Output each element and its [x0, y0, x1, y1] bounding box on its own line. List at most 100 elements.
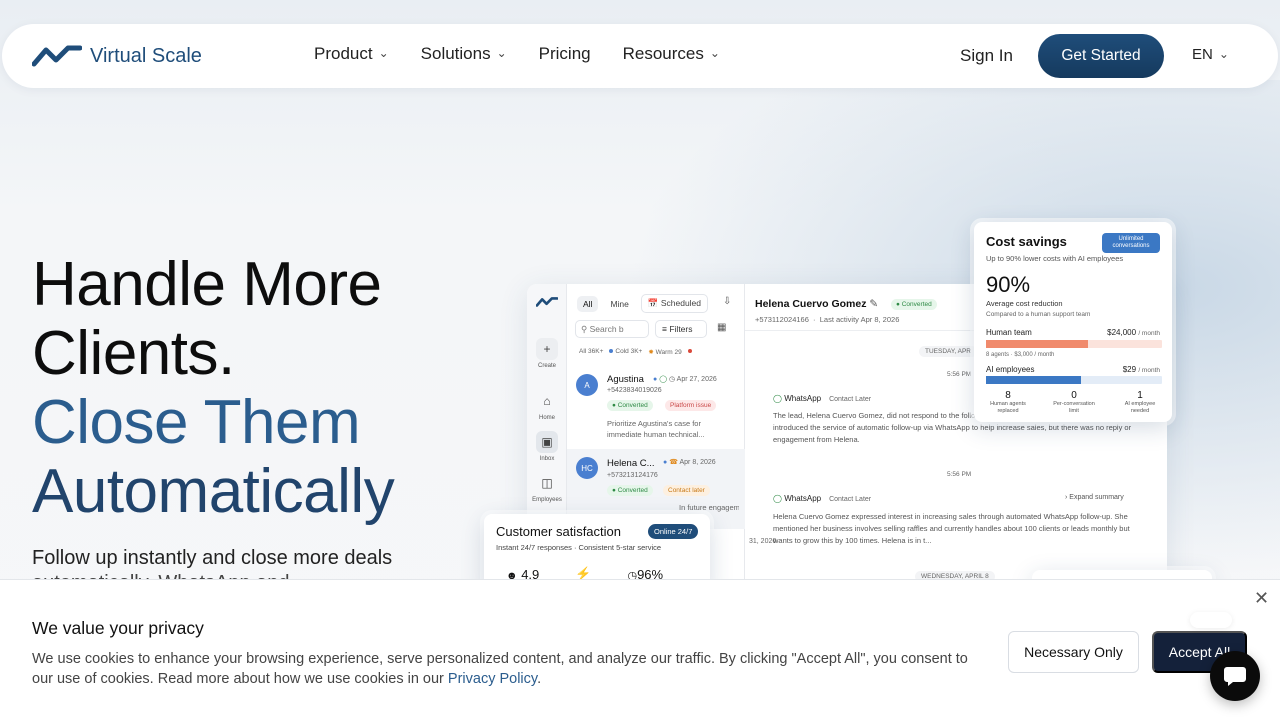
- ai-cost-unit: / month: [1138, 367, 1160, 374]
- brand-logo[interactable]: Virtual Scale: [32, 44, 202, 68]
- menu-resources-label: Resources: [622, 44, 704, 63]
- chat-bubble-icon: [1224, 667, 1246, 686]
- unlimited-badge: Unlimited conversations: [1102, 233, 1160, 253]
- ai-employees-label: AI employees: [986, 365, 1035, 374]
- online-badge: Online 24/7: [648, 524, 699, 539]
- edit-icon[interactable]: ✎: [869, 298, 878, 310]
- human-team-detail: 8 agents · $3,000 / month: [986, 352, 1055, 358]
- lead-date-text: Apr 27, 2026: [676, 376, 717, 383]
- count-cold-label: Cold: [615, 348, 629, 355]
- avatar: HC: [576, 457, 598, 479]
- chat-hint-pill: [1190, 612, 1232, 628]
- stat-agents-replaced: 8 Human agents replaced: [986, 390, 1030, 415]
- menu-solutions[interactable]: Solutions ⌄: [421, 44, 507, 64]
- main-menu: Product ⌄ Solutions ⌄ Pricing Resources ⌄: [314, 44, 720, 64]
- timestamp: 5:56 PM: [947, 471, 972, 478]
- lead-name: Agustina: [607, 374, 644, 385]
- message-channel: WhatsApp: [784, 394, 822, 403]
- message-summary: Helena Cuervo Gomez expressed interest i…: [773, 512, 1130, 545]
- top-navbar: Virtual Scale Product ⌄ Solutions ⌄ Pricin…: [2, 24, 1278, 88]
- stat-value: 1: [1137, 390, 1143, 401]
- close-icon[interactable]: ✕: [1254, 588, 1269, 609]
- hero-subtitle: Follow up instantly and close more deals: [32, 547, 393, 569]
- rail-home-label: Home: [538, 415, 555, 421]
- lead-note: In future engagements, the agent: [679, 503, 739, 512]
- rail-employees[interactable]: ◫ Employees: [527, 472, 567, 503]
- message-tag: Contact Later: [829, 396, 872, 403]
- language-label: EN: [1192, 46, 1213, 63]
- stat-value: 8: [1005, 390, 1011, 401]
- tab-mine[interactable]: Mine: [604, 296, 634, 312]
- agent-icon: ●: [663, 459, 668, 466]
- filters-label: Filters: [669, 324, 693, 334]
- count-all-value: 36K+: [588, 348, 604, 355]
- lead-date-text: Apr 8, 2026: [679, 459, 716, 466]
- contact-status-badge: ● Converted: [891, 299, 937, 310]
- filters-button[interactable]: ≡ Filters: [655, 320, 707, 338]
- get-started-button[interactable]: Get Started: [1038, 34, 1164, 78]
- avatar: A: [576, 374, 598, 396]
- lead-counts: All 36K+ Cold 3K+ ✸ Warm 29: [579, 348, 694, 356]
- tag-badge: Contact later: [663, 485, 710, 496]
- menu-product[interactable]: Product ⌄: [314, 44, 389, 64]
- rail-create[interactable]: + Create: [527, 338, 567, 369]
- hero-line-3: Close Them: [32, 388, 361, 457]
- whatsapp-icon: ◯: [773, 494, 782, 503]
- rail-employees-label: Employees: [532, 497, 562, 503]
- count-warm-label: Warm: [655, 349, 673, 356]
- lead-item[interactable]: A Agustina ● ◯ ◷ Apr 27, 2026 +542383401…: [567, 366, 745, 444]
- necessary-only-button[interactable]: Necessary Only: [1008, 631, 1139, 673]
- timestamp: 5:56 PM: [947, 371, 972, 378]
- tab-all[interactable]: All: [577, 295, 599, 312]
- human-team-label: Human team: [986, 328, 1032, 337]
- count-cold-value: 3K+: [630, 348, 643, 355]
- count-warm-value: 29: [674, 349, 682, 356]
- privacy-policy-link[interactable]: Privacy Policy: [448, 671, 537, 687]
- contact-status-text: Converted: [901, 301, 932, 308]
- chevron-down-icon: ⌄: [709, 46, 720, 60]
- cost-title: Cost savings: [986, 234, 1067, 249]
- menu-solutions-label: Solutions: [420, 44, 491, 63]
- hero-heading: Handle More Clients. Close Them Automati…: [32, 250, 395, 526]
- lead-search-input[interactable]: ⚲ Search b: [575, 320, 649, 338]
- whatsapp-icon: ◯: [659, 376, 668, 383]
- rail-inbox-label: Inbox: [539, 456, 555, 462]
- language-selector[interactable]: EN ⌄: [1192, 46, 1229, 63]
- sign-in-link[interactable]: Sign In: [960, 46, 1013, 66]
- download-icon[interactable]: ⇩: [723, 296, 731, 307]
- stat-label: Human agents replaced: [990, 401, 1026, 414]
- expand-summary-button[interactable]: › Expand summary: [1065, 494, 1124, 501]
- lead-phone: +573213124176: [607, 472, 658, 479]
- cost-savings-card: Cost savings Unlimited conversations Up …: [974, 222, 1172, 422]
- rail-inbox[interactable]: ▣ Inbox: [527, 431, 567, 462]
- count-hot[interactable]: [687, 348, 694, 356]
- lead-phone: +5423834019026: [607, 387, 662, 394]
- count-cold[interactable]: Cold 3K+: [609, 348, 642, 356]
- rail-home[interactable]: ⌂ Home: [527, 390, 567, 421]
- calendar-icon[interactable]: ▦: [717, 322, 726, 333]
- search-icon: ⚲: [581, 324, 588, 334]
- human-cost-unit: / month: [1138, 330, 1160, 337]
- stat-label: AI employee needed: [1124, 401, 1156, 414]
- ai-cost-bar-fill: [986, 376, 1082, 384]
- logo-mark-icon: [32, 45, 82, 67]
- chat-widget-button[interactable]: [1210, 651, 1260, 701]
- menu-resources[interactable]: Resources ⌄: [623, 44, 720, 64]
- count-warm[interactable]: ✸ Warm 29: [648, 348, 681, 356]
- message-header: ◯ WhatsApp Contact Later: [773, 494, 871, 503]
- contact-name: Helena Cuervo Gomez ✎: [755, 298, 878, 310]
- cost-subtitle: Up to 90% lower costs with AI employees: [986, 254, 1124, 263]
- count-all[interactable]: All 36K+: [579, 348, 603, 356]
- lead-date: ● ☎ Apr 8, 2026: [663, 458, 716, 466]
- ai-employees-cost: $29 / month: [1123, 365, 1160, 374]
- cold-dot-icon: [609, 349, 614, 354]
- status-badge-text: Converted: [617, 487, 648, 494]
- human-team-cost: $24,000 / month: [1107, 328, 1160, 337]
- menu-pricing[interactable]: Pricing: [539, 44, 591, 64]
- message-tag: Contact Later: [829, 496, 872, 503]
- menu-pricing-label: Pricing: [538, 44, 591, 63]
- message-channel: WhatsApp: [784, 494, 822, 503]
- tab-scheduled[interactable]: 📅 Scheduled: [640, 294, 709, 313]
- lead-tabs: All Mine 📅 Scheduled: [577, 294, 709, 313]
- plus-icon: +: [536, 338, 558, 360]
